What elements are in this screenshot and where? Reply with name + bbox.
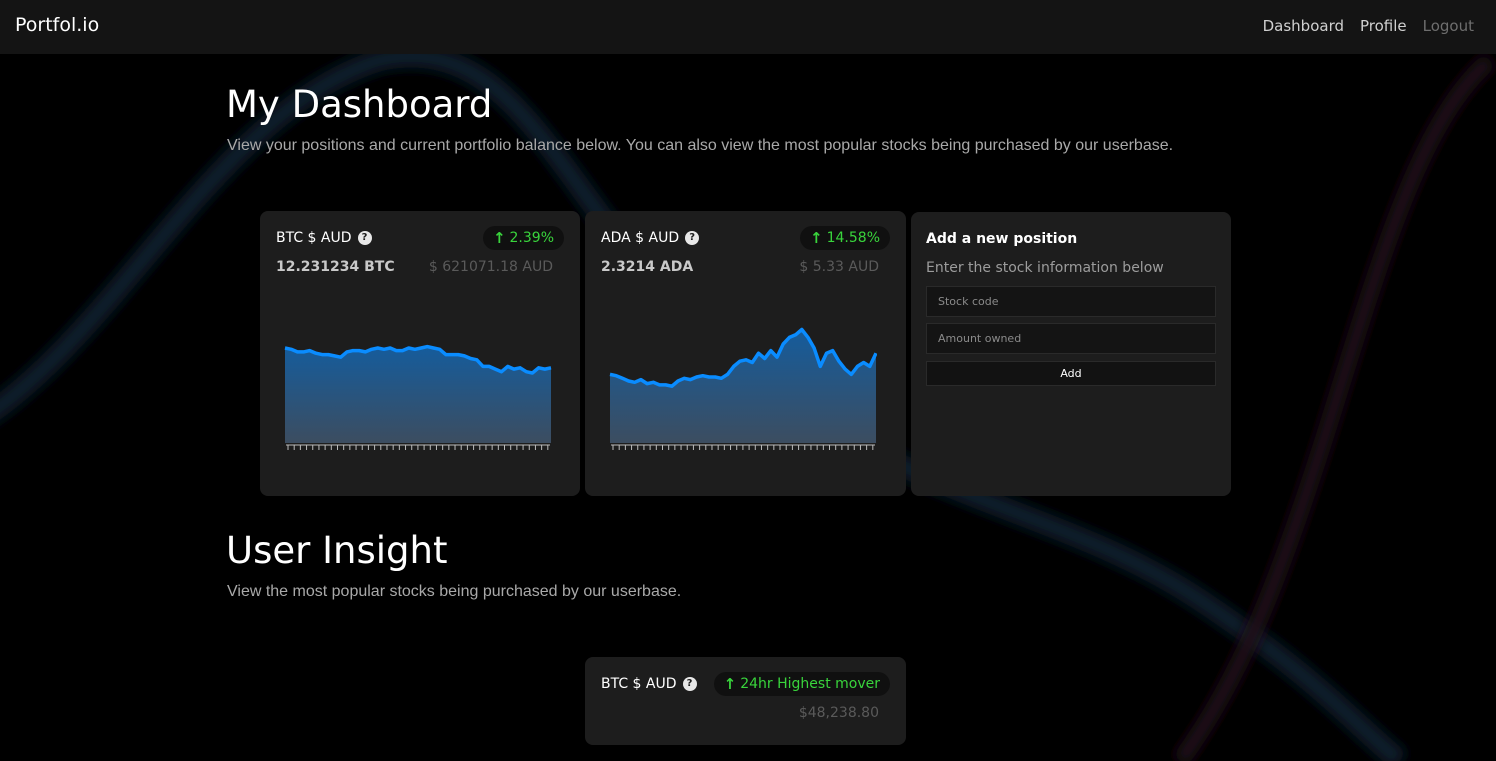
add-position-button[interactable]: Add [926,361,1216,386]
position-card-ada: ADA $ AUD ? ↑ 14.58% 2.3214 ADA $ 5.33 A… [585,211,906,496]
form-title: Add a new position [926,231,1078,247]
arrow-up-icon: ↑ [810,229,823,247]
insight-description: View the most popular stocks being purch… [227,583,682,600]
help-icon[interactable]: ? [357,231,372,245]
add-position-card: Add a new position Enter the stock infor… [911,212,1231,496]
insight-title-group: BTC $ AUD ? [601,676,697,692]
insight-title: User Insight [226,529,448,572]
position-title-group: ADA $ AUD ? [601,230,700,246]
dashboard-description: View your positions and current portfoli… [227,137,1174,154]
help-icon[interactable]: ? [685,231,700,245]
brand-logo[interactable]: Portfol.io [15,14,99,36]
sparkline-area [285,346,551,443]
nav-link-logout[interactable]: Logout [1423,17,1474,35]
price-sparkline [284,344,552,450]
position-value: $ 621071.18 AUD [428,259,553,275]
nav-links: Dashboard Profile Logout [1263,17,1474,35]
top-navbar: Portfol.io Dashboard Profile Logout [0,0,1496,54]
nav-link-profile[interactable]: Profile [1360,17,1407,35]
amount-owned-input[interactable] [926,323,1216,354]
highest-mover-label: 24hr Highest mover [740,676,880,692]
arrow-up-icon: ↑ [492,229,506,247]
position-amount: 2.3214 ADA [601,259,694,275]
position-value: $ 5.33 AUD [799,259,879,275]
change-percent: 14.58% [826,230,880,246]
stock-code-input[interactable] [926,286,1216,317]
highest-mover-badge: ↑ 24hr Highest mover [713,672,890,696]
main-content: My Dashboard View your positions and cur… [0,0,1496,761]
help-icon[interactable]: ? [682,677,697,691]
position-amount: 12.231234 BTC [276,259,395,275]
price-sparkline [609,327,877,450]
position-title: ADA $ AUD [601,230,680,246]
arrow-up-icon: ↑ [723,675,737,693]
insight-card-btc: BTC $ AUD ? ↑ 24hr Highest mover $48,238… [585,657,906,745]
form-subtitle: Enter the stock information below [926,260,1164,276]
change-percent: 2.39% [509,230,554,246]
change-badge: ↑ 2.39% [482,226,564,250]
insight-price: $48,238.80 [798,705,879,721]
dashboard-title: My Dashboard [226,83,493,126]
position-card-btc: BTC $ AUD ? ↑ 2.39% 12.231234 BTC $ 6210… [260,211,580,496]
position-title-group: BTC $ AUD ? [276,230,372,246]
position-title: BTC $ AUD [276,230,352,246]
insight-card-title: BTC $ AUD [601,676,677,692]
sparkline-area [610,329,876,443]
change-badge: ↑ 14.58% [800,226,890,250]
nav-link-dashboard[interactable]: Dashboard [1263,17,1344,35]
